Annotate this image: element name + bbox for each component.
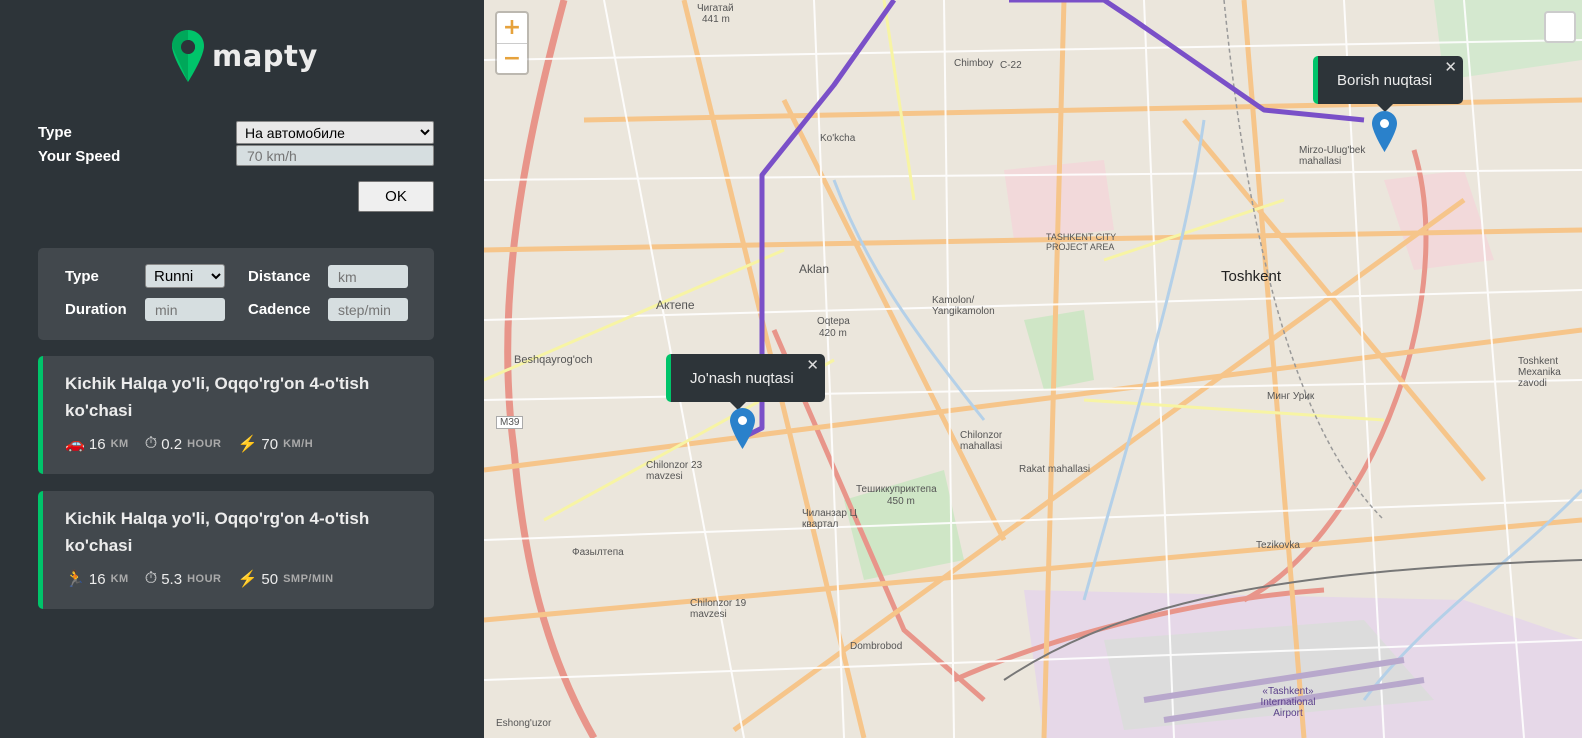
speed-input[interactable]: [236, 145, 434, 166]
duration-value: 0.2: [161, 435, 183, 453]
duration-unit: HOUR: [187, 438, 222, 450]
map-label: Ko'kcha: [820, 133, 856, 144]
settings-type-label: Type: [38, 124, 72, 141]
workout-card[interactable]: Kichik Halqa yo'li, Oqqo'rg'on 4-o'tish …: [38, 356, 434, 474]
map-marker-icon[interactable]: [1372, 111, 1397, 152]
map-label: Dombrobod: [850, 641, 903, 652]
logo: mapty: [172, 28, 318, 84]
stopwatch-icon: ⏱: [144, 435, 158, 452]
duration-input[interactable]: [145, 298, 225, 321]
workout-details: 🚗 16 KM ⏱ 0.2 HOUR ⚡ 70 KM/H: [65, 434, 329, 454]
map-label: Eshong'uzor: [496, 718, 552, 729]
map-label: Tezikovka: [1256, 540, 1300, 551]
map-label: 450 m: [887, 496, 915, 507]
workout-details: 🏃 16 KM ⏱ 5.3 HOUR ⚡ 50 SMP/MIN: [65, 569, 350, 589]
popup-end-text: Borish nuqtasi: [1337, 71, 1433, 89]
distance-value: 16: [88, 435, 106, 453]
map-label: TASHKENT CITY PROJECT AREA: [1046, 232, 1117, 252]
popup-close-button[interactable]: ✕: [1444, 58, 1457, 76]
form-type-select[interactable]: Runni: [145, 264, 225, 288]
workout-speed: ⚡ 70 KM/H: [237, 434, 313, 454]
map-label-city: Toshkent: [1221, 268, 1282, 285]
form-type-label: Type: [65, 268, 99, 285]
logo-text: mapty: [212, 39, 318, 73]
speed-unit: KM/H: [283, 438, 314, 450]
map-label: Aklan: [799, 262, 830, 276]
lightning-icon: ⚡: [237, 436, 258, 453]
map-label: Чигатай: [697, 3, 734, 14]
popup-start: Jo'nash nuqtasi ✕: [666, 354, 825, 410]
zoom-in-button[interactable]: +: [497, 13, 527, 44]
speed-value: 50: [261, 570, 279, 588]
form-distance-label: Distance: [248, 268, 311, 285]
map-label: Чиланзар Ц квартал: [802, 508, 858, 530]
workout-card[interactable]: Kichik Halqa yo'li, Oqqo'rg'on 4-o'tish …: [38, 491, 434, 609]
map-label: Минг Урик: [1267, 391, 1315, 402]
map-label: Toshkent Mexanika zavodi: [1518, 356, 1561, 389]
map-pin-logo-icon: [172, 30, 204, 82]
distance-unit: KM: [110, 438, 129, 450]
cadence-input[interactable]: [328, 298, 408, 321]
workout-duration: ⏱ 0.2 HOUR: [145, 435, 222, 453]
settings-type-select[interactable]: На автомобиле: [236, 121, 434, 144]
zoom-control: + −: [495, 11, 529, 75]
workout-distance: 🚗 16 KM: [65, 434, 129, 454]
runner-icon: 🏃: [65, 571, 85, 588]
map-label: Oqtepa: [817, 316, 850, 327]
distance-input[interactable]: [328, 265, 408, 288]
car-icon: 🚗: [65, 436, 85, 453]
settings-speed-label: Your Speed: [38, 148, 121, 165]
layers-button[interactable]: [1544, 11, 1576, 43]
workout-form: Type Runni Distance Duration Cadence: [38, 248, 434, 340]
map-label: 441 m: [702, 14, 730, 25]
settings-speed-row: Your Speed: [38, 144, 434, 168]
sidebar: mapty Type На автомобиле Your Speed OK T…: [0, 0, 484, 738]
map[interactable]: Toshkent Aklan Актепе Beshqayrog'och Oqt…: [484, 0, 1582, 738]
map-label: Chilonzor mahallasi: [960, 430, 1003, 452]
workout-distance: 🏃 16 KM: [65, 569, 129, 589]
map-label: «Tashkent» International Airport: [1260, 686, 1316, 719]
workout-title: Kichik Halqa yo'li, Oqqo'rg'on 4-o'tish …: [65, 509, 370, 555]
map-label: Chilonzor 19 mavzesi: [690, 598, 747, 620]
distance-value: 16: [88, 570, 106, 588]
settings-type-row: Type На автомобиле: [38, 120, 434, 144]
map-tiles: [484, 0, 1582, 738]
speed-unit: SMP/MIN: [283, 573, 334, 585]
popup-end: Borish nuqtasi ✕: [1313, 56, 1463, 112]
popup-start-text: Jo'nash nuqtasi: [690, 369, 794, 387]
stopwatch-icon: ⏱: [144, 570, 158, 587]
map-label: Chimboy: [954, 58, 994, 69]
workout-speed: ⚡ 50 SMP/MIN: [237, 569, 333, 589]
map-marker-icon[interactable]: [730, 408, 755, 449]
map-label: C-22: [1000, 60, 1022, 71]
map-label: Beshqayrog'och: [514, 354, 593, 366]
map-label: 420 m: [819, 328, 847, 339]
duration-unit: HOUR: [187, 573, 222, 585]
zoom-out-button[interactable]: −: [497, 44, 527, 74]
map-label: Chilonzor 23 mavzesi: [646, 460, 703, 482]
workout-title: Kichik Halqa yo'li, Oqqo'rg'on 4-o'tish …: [65, 374, 370, 420]
map-label: Rakat mahallasi: [1019, 464, 1091, 475]
map-label: Тешиккуприктепа: [856, 484, 937, 495]
map-label: Фазылтепа: [572, 547, 624, 558]
form-duration-label: Duration: [65, 301, 127, 318]
popup-close-button[interactable]: ✕: [806, 356, 819, 374]
workout-duration: ⏱ 5.3 HOUR: [145, 570, 222, 588]
lightning-icon: ⚡: [237, 571, 258, 588]
form-cadence-label: Cadence: [248, 301, 311, 318]
map-label: Kamolon/ Yangikamolon: [932, 295, 995, 317]
duration-value: 5.3: [161, 570, 183, 588]
distance-unit: KM: [110, 573, 129, 585]
ok-button[interactable]: OK: [358, 181, 434, 212]
map-label: Актепе: [656, 298, 695, 312]
speed-value: 70: [261, 435, 279, 453]
settings-panel: Type На автомобиле Your Speed: [38, 120, 434, 168]
map-label: M39: [496, 416, 524, 429]
